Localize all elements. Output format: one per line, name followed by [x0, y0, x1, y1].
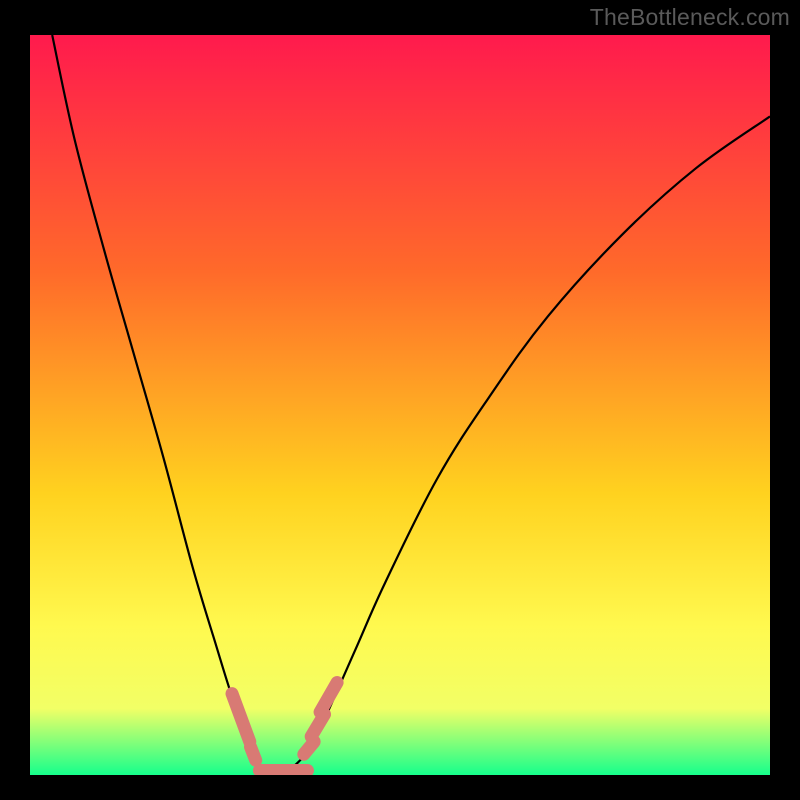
gradient-background — [30, 35, 770, 775]
highlight-segment — [251, 747, 256, 760]
highlight-segment — [304, 742, 314, 755]
watermark-text: TheBottleneck.com — [590, 4, 790, 31]
bottleneck-chart — [30, 35, 770, 775]
chart-frame — [30, 35, 770, 775]
